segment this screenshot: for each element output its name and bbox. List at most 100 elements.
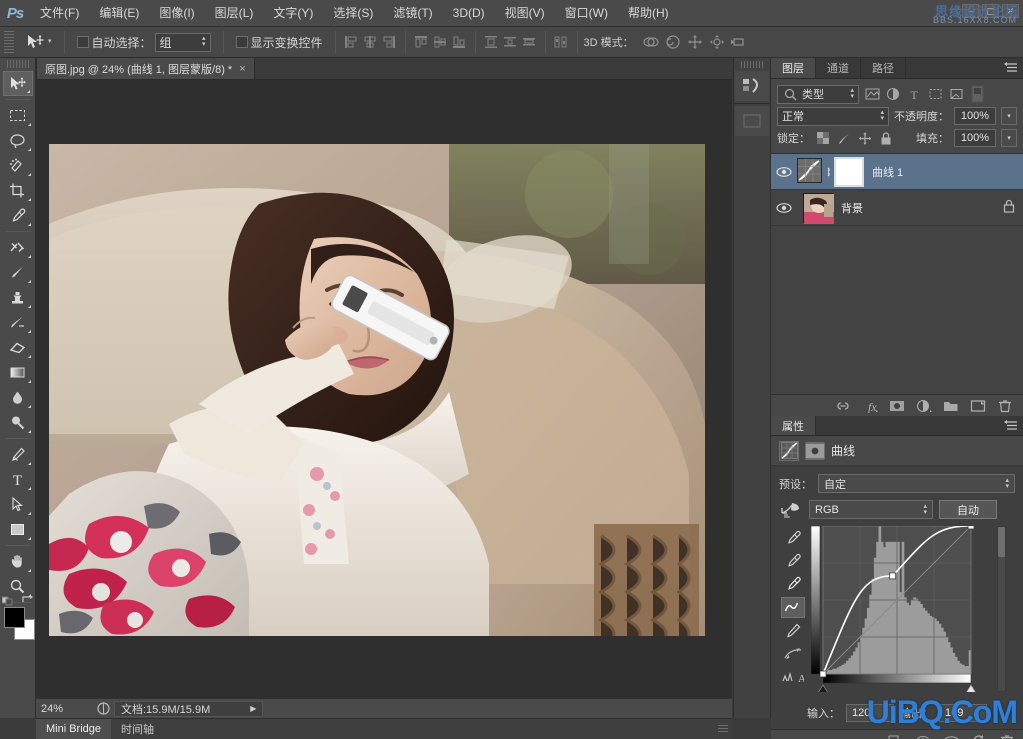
bottom-panel-grip[interactable] [718,725,728,733]
distribute-top-edges-icon[interactable] [482,33,501,52]
mask-link-icon[interactable] [822,165,834,179]
move-tool[interactable] [3,71,33,96]
quick-selection-tool[interactable] [3,153,33,178]
close-button[interactable]: ✕ [1002,4,1019,18]
auto-select-checkbox[interactable] [77,36,89,48]
menu-type[interactable]: 文字(Y) [263,0,323,27]
smooth-curve-tool[interactable] [781,643,805,664]
spot-healing-brush-tool[interactable] [3,235,33,260]
layer-filter-type-dropdown[interactable]: 类型 ▴▾ [777,85,859,104]
menu-filter[interactable]: 滤镜(T) [383,0,442,27]
dodge-tool[interactable] [3,410,33,435]
gray-point-eyedropper[interactable] [781,551,805,572]
curves-adjustment-thumb[interactable] [797,158,822,186]
history-brush-tool[interactable] [3,310,33,335]
document-tab[interactable]: 原图.jpg @ 24% (曲线 1, 图层蒙版/8) * × [36,57,255,79]
lasso-tool[interactable] [3,128,33,153]
document-image[interactable] [49,144,705,636]
roll-3d-icon[interactable] [662,32,684,52]
curves-graph[interactable] [811,526,991,695]
options-bar-grip[interactable] [4,31,14,53]
align-top-edges-icon[interactable] [412,33,431,52]
curve-display-options[interactable]: A [781,666,805,687]
fill-field[interactable]: 100% [954,129,996,147]
document-size-info[interactable]: 文档:15.9M/15.9M ▶ [114,701,263,717]
menu-edit[interactable]: 编辑(E) [89,0,149,27]
output-field[interactable]: 169 [939,704,987,722]
filter-shape-icon[interactable] [927,85,943,103]
tab-layers[interactable]: 图层 [771,58,816,78]
brush-tool[interactable] [3,260,33,285]
align-bottom-edges-icon[interactable] [450,33,469,52]
new-group-icon[interactable] [943,398,959,414]
default-colors-icon[interactable] [2,595,15,605]
pan-3d-icon[interactable] [684,32,706,52]
delete-adjustment-icon[interactable] [999,733,1015,739]
delete-layer-icon[interactable] [997,398,1013,414]
auto-button[interactable]: 自动 [939,500,997,519]
background-photo-thumb[interactable] [803,193,833,223]
auto-align-layers-icon[interactable] [552,33,571,52]
align-right-edges-icon[interactable] [380,33,399,52]
layer-style-fx-icon[interactable]: fx [862,398,878,414]
minimize-button[interactable]: – [962,4,979,18]
filter-smart-object-icon[interactable] [948,85,964,103]
menu-window[interactable]: 窗口(W) [555,0,618,27]
show-transform-checkbox[interactable] [236,36,248,48]
dock-grip[interactable] [741,61,763,68]
fill-slider-arrow-icon[interactable]: ▾ [1001,129,1017,147]
view-previous-state-icon[interactable] [915,733,931,739]
input-field[interactable]: 120 [846,704,894,722]
white-point-eyedropper[interactable] [781,574,805,595]
lock-transparency-icon[interactable] [815,130,831,146]
tool-preset-chevron-icon[interactable]: ▾ [48,39,52,45]
tab-channels[interactable]: 通道 [816,58,861,78]
align-vertical-centers-icon[interactable] [431,33,450,52]
toolbox-grip[interactable] [7,60,29,68]
tab-timeline[interactable]: 时间轴 [111,719,164,739]
gradient-tool[interactable] [3,360,33,385]
pencil-draw-curve-tool[interactable] [781,620,805,641]
layer-visibility-toggle[interactable] [771,202,797,214]
distribute-bottom-edges-icon[interactable] [520,33,539,52]
eyedropper-tool[interactable] [3,203,33,228]
lock-image-icon[interactable] [836,130,852,146]
filter-type-icon[interactable]: T [906,85,922,103]
curve-point-tool[interactable] [781,597,805,618]
zoom-3d-camera-icon[interactable] [728,32,750,52]
filter-adjustment-icon[interactable] [885,85,901,103]
rectangular-marquee-tool[interactable] [3,103,33,128]
active-tool-preset[interactable]: ▾ [19,33,58,51]
auto-select-scope-dropdown[interactable]: 组 ▴▾ [155,33,211,52]
on-image-adjust-icon[interactable] [779,501,803,518]
menu-view[interactable]: 视图(V) [495,0,555,27]
canvas-area[interactable] [36,80,732,698]
properties-collapsed-icon[interactable] [735,106,769,136]
lock-all-icon[interactable] [878,130,894,146]
filter-power-icon[interactable] [969,85,985,103]
distribute-vertical-centers-icon[interactable] [501,33,520,52]
maximize-button[interactable]: ▢ [982,4,999,18]
filter-pixel-icon[interactable] [864,85,880,103]
tab-mini-bridge[interactable]: Mini Bridge [36,719,111,739]
tab-paths[interactable]: 路径 [861,58,906,78]
status-menu-arrow-icon[interactable]: ▶ [250,704,256,713]
lock-position-icon[interactable] [857,130,873,146]
menu-help[interactable]: 帮助(H) [618,0,679,27]
new-adjustment-layer-icon[interactable] [916,398,932,414]
opacity-slider-arrow-icon[interactable]: ▾ [1001,107,1017,125]
channel-dropdown[interactable]: RGB ▴▾ [809,500,933,519]
menu-3d[interactable]: 3D(D) [443,0,495,27]
blend-mode-dropdown[interactable]: 正常 ▴▾ [777,107,889,126]
mask-icon[interactable] [805,442,825,460]
menu-layer[interactable]: 图层(L) [205,0,264,27]
curves-icon[interactable] [779,441,799,461]
tab-properties[interactable]: 属性 [771,416,816,435]
pen-tool[interactable] [3,442,33,467]
close-icon[interactable]: × [239,63,245,75]
black-point-eyedropper[interactable] [781,528,805,549]
menu-image[interactable]: 图像(I) [149,0,204,27]
blur-tool[interactable] [3,385,33,410]
toggle-visibility-icon[interactable] [943,733,959,739]
opacity-field[interactable]: 100% [954,107,996,125]
